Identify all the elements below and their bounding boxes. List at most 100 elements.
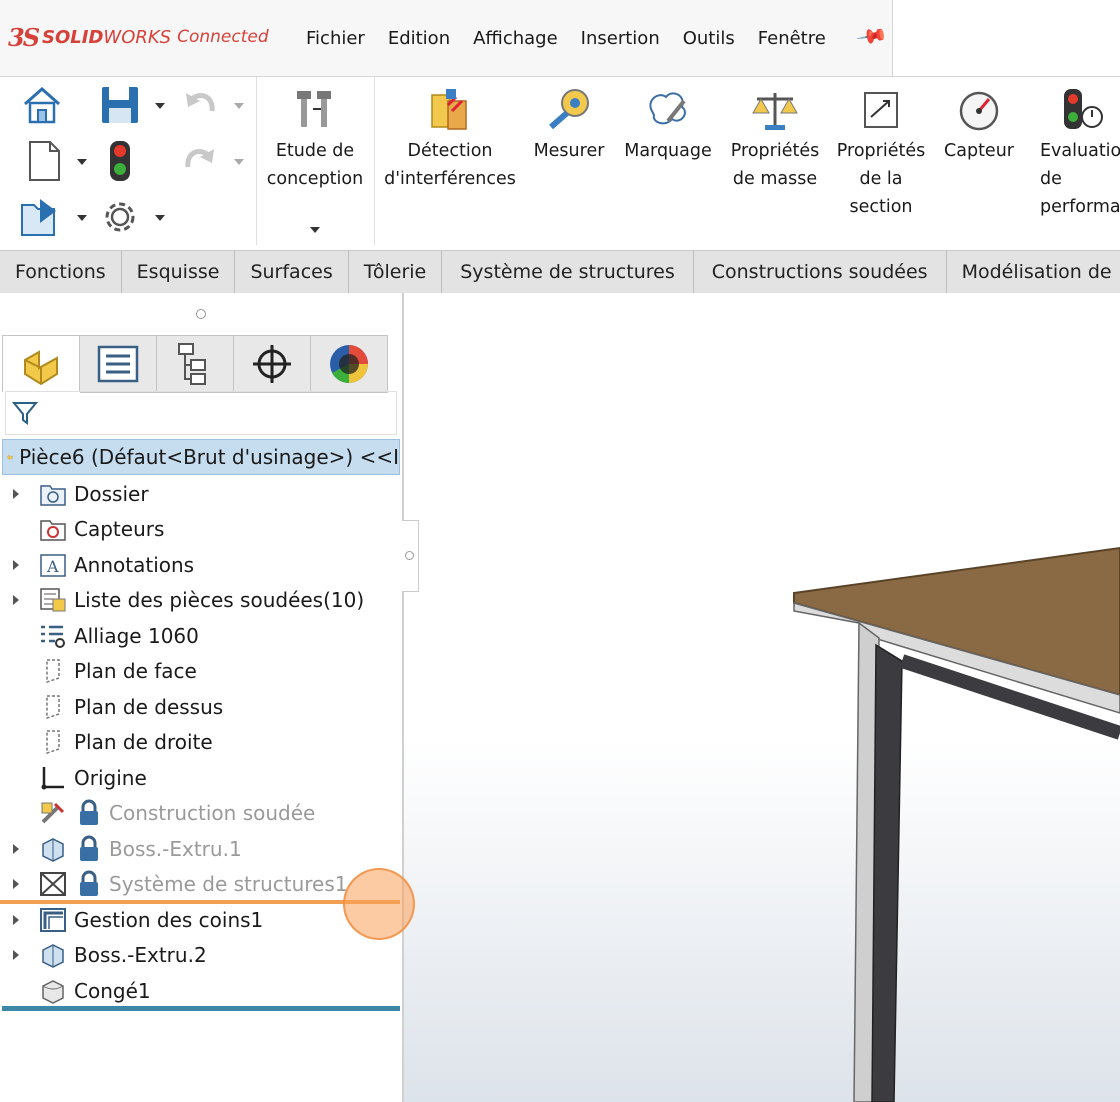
tool-sensor-button[interactable]: Capteur [938, 85, 1020, 165]
dimxpert-tab[interactable] [234, 335, 311, 393]
expand-arrow-icon[interactable] [13, 914, 19, 925]
menu-fichier[interactable]: Fichier [306, 28, 365, 49]
performance-icon [1030, 85, 1120, 135]
tree-item[interactable]: A Annotations [0, 547, 400, 582]
tree-item[interactable]: Plan de droite [0, 725, 400, 760]
tab-surfaces[interactable]: Surfaces [235, 251, 349, 293]
tree-item[interactable]: Construction soudée [0, 796, 400, 831]
expand-arrow-icon[interactable] [13, 950, 19, 960]
section-properties-icon [830, 85, 932, 135]
tree-item[interactable]: Alliage 1060 [0, 618, 400, 653]
etude-dropdown[interactable] [310, 227, 320, 233]
filter-icon[interactable] [12, 400, 38, 426]
configurationmanager-tab[interactable] [157, 335, 234, 393]
menu-edition[interactable]: Edition [388, 28, 450, 49]
tab-esquisse[interactable]: Esquisse [122, 251, 236, 293]
tool-interference-button[interactable]: Détection d'interférences [382, 85, 518, 193]
tree-filter[interactable] [5, 391, 397, 435]
tool-performance-button[interactable]: Evaluatio de performar [1030, 85, 1120, 221]
tree-item-label: Boss.-Extru.2 [74, 943, 207, 967]
tree-root-part[interactable]: Pièce6 (Défaut<Brut d'usinage>) <<I [2, 439, 400, 475]
tab-tolerie[interactable]: Tôlerie [349, 251, 443, 293]
menu-bar: Fichier Edition Affichage Insertion Outi… [306, 28, 849, 49]
featuremanager-tab[interactable] [2, 335, 80, 392]
menu-outils[interactable]: Outils [683, 28, 735, 49]
tab-modelisation[interactable]: Modélisation de [947, 251, 1120, 293]
tree-item[interactable]: Congé1 [0, 973, 400, 1008]
annotations-icon: A [38, 550, 68, 580]
extrude-icon [38, 834, 68, 864]
fillet-icon [38, 976, 68, 1006]
rebuild-icon[interactable] [98, 139, 142, 183]
new-document-icon[interactable] [22, 139, 66, 183]
markup-icon [620, 85, 716, 135]
svg-text:A: A [46, 557, 59, 576]
tool-measure-button[interactable]: Mesurer [526, 85, 612, 165]
expand-arrow-icon[interactable] [13, 595, 19, 605]
panel-grip[interactable] [196, 309, 206, 319]
tree-item[interactable]: Dossier [0, 476, 400, 511]
tool-section-properties-button[interactable]: Propriétés de la section [830, 85, 932, 221]
tree-item[interactable]: Boss.-Extru.2 [0, 938, 400, 973]
table-leg-shadow [871, 643, 903, 1102]
home-icon[interactable] [20, 83, 64, 127]
tree-item[interactable]: Capteurs [0, 512, 400, 547]
propertymanager-tab[interactable] [80, 335, 157, 393]
tool-mass-properties-button[interactable]: Propriétés de masse [724, 85, 826, 193]
tree-end-bar [2, 1006, 400, 1011]
lock-icon [76, 834, 102, 864]
save-icon[interactable] [98, 83, 142, 127]
expand-arrow-icon[interactable] [13, 879, 19, 889]
expand-arrow-icon[interactable] [13, 488, 19, 499]
tree-item-label: Gestion des coins1 [74, 907, 264, 932]
options-dropdown[interactable] [155, 215, 165, 221]
gear-icon[interactable] [98, 195, 142, 239]
redo-icon[interactable] [178, 139, 222, 183]
undo-dropdown[interactable] [234, 103, 244, 109]
tree-item[interactable]: Liste des pièces soudées(10) [0, 583, 400, 618]
part-icon [24, 350, 58, 386]
expand-arrow-icon[interactable] [13, 843, 19, 854]
plane-icon [38, 727, 68, 757]
tree-item-label: Capteurs [74, 517, 165, 541]
tree-item[interactable]: Système de structures1 [0, 867, 400, 902]
pin-icon[interactable]: 📌 [855, 19, 889, 53]
tree-item[interactable]: Plan de dessus [0, 689, 400, 724]
displaymanager-tab[interactable] [311, 335, 388, 393]
solidworks-logo[interactable]: 3S SOLID WORKS Connected [8, 22, 269, 52]
title-bar: 3S SOLID WORKS Connected Fichier Edition … [0, 0, 1120, 77]
graphics-area[interactable] [404, 293, 1120, 1102]
menu-fenetre[interactable]: Fenêtre [758, 28, 826, 49]
tree-item-label: Liste des pièces soudées(10) [74, 588, 365, 612]
table-model [793, 546, 1120, 1102]
tree-root-label: Pièce6 (Défaut<Brut d'usinage>) <<I [19, 445, 399, 469]
redo-dropdown[interactable] [234, 159, 244, 165]
tree-item[interactable]: Origine [0, 760, 400, 795]
menu-affichage[interactable]: Affichage [473, 28, 558, 49]
tree-item-label: Origine [74, 765, 147, 790]
open-icon[interactable] [20, 195, 64, 239]
tab-fonctions[interactable]: Fonctions [0, 251, 122, 293]
tree-item[interactable]: Plan de face [0, 654, 400, 689]
panel-resize-handle[interactable] [402, 520, 419, 592]
tab-systeme-de-structures[interactable]: Système de structures [442, 251, 694, 293]
plane-icon [38, 656, 68, 686]
tree-item[interactable]: Gestion des coins1 [0, 902, 400, 937]
appearance-icon [330, 345, 368, 384]
open-dropdown[interactable] [77, 215, 87, 221]
tree-item[interactable]: Boss.-Extru.1 [0, 831, 400, 866]
new-dropdown[interactable] [77, 159, 87, 165]
etude-de-conception-button[interactable]: Etude de conception [262, 85, 368, 193]
menu-insertion[interactable]: Insertion [581, 28, 660, 49]
command-tabs: Fonctions Esquisse Surfaces Tôlerie Syst… [0, 250, 1120, 294]
save-dropdown[interactable] [155, 103, 165, 109]
folder-icon [38, 479, 68, 509]
structure-system-icon [38, 869, 68, 899]
title-bar-empty [892, 0, 1120, 76]
expand-arrow-icon[interactable] [13, 559, 19, 570]
sensor-icon [938, 85, 1020, 135]
rollback-bar[interactable] [0, 900, 400, 904]
undo-icon[interactable] [178, 83, 222, 127]
tab-constructions-soudees[interactable]: Constructions soudées [694, 251, 947, 293]
tool-markup-button[interactable]: Marquage [620, 85, 716, 165]
